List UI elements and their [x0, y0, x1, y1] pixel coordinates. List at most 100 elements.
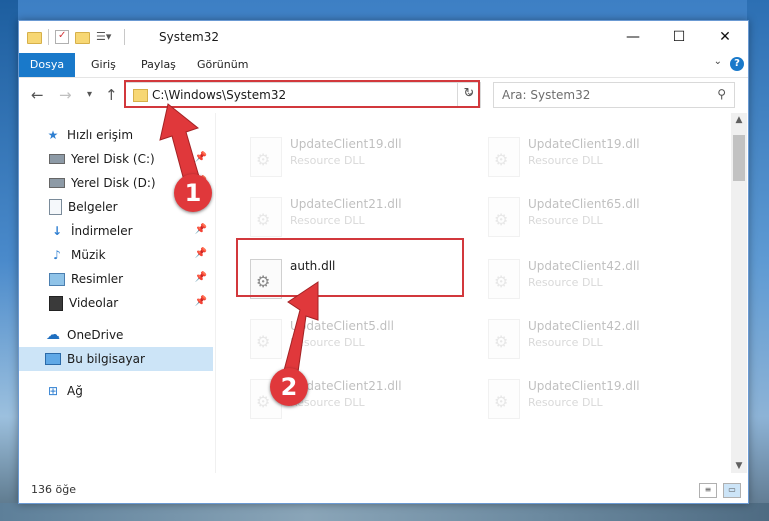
sidebar-item-label: Müzik	[71, 248, 106, 262]
video-icon	[49, 295, 63, 311]
star-icon: ★	[47, 128, 59, 142]
dll-file-icon: ⚙	[250, 137, 282, 177]
file-item[interactable]: ⚙ UpdateClient19.dll Resource DLL	[240, 133, 468, 189]
file-name: UpdateClient42.dll	[528, 259, 640, 273]
file-name: UpdateClient65.dll	[528, 197, 640, 211]
customize-toolbar-icon[interactable]: ☰▾	[96, 30, 111, 44]
search-placeholder: Ara: System32	[502, 88, 591, 102]
tab-share[interactable]: Paylaş	[141, 53, 176, 77]
file-item[interactable]: ⚙ UpdateClient19.dll Resource DLL	[478, 375, 706, 431]
sidebar-item-local-disk-c[interactable]: Yerel Disk (C:) 📌	[19, 147, 213, 171]
auth-dll-highlight	[236, 238, 464, 297]
dll-file-icon: ⚙	[250, 197, 282, 237]
cloud-icon: ☁	[46, 327, 60, 343]
tab-file[interactable]: Dosya	[19, 53, 75, 77]
network-icon: ⊞	[47, 384, 59, 398]
forward-arrow-icon[interactable]: →	[59, 86, 72, 104]
dll-file-icon: ⚙	[488, 137, 520, 177]
sidebar-item-pictures[interactable]: Resimler 📌	[19, 267, 213, 291]
toolbar-divider	[48, 29, 49, 45]
callout-step-2: 2	[270, 368, 308, 406]
computer-icon	[45, 353, 61, 365]
desktop-background-left	[0, 0, 18, 521]
drive-icon	[49, 154, 65, 164]
scroll-down-icon[interactable]: ▼	[731, 461, 747, 471]
file-type: Resource DLL	[528, 276, 603, 289]
up-arrow-icon[interactable]: ↑	[105, 86, 118, 104]
folder-icon	[27, 32, 42, 44]
pictures-icon	[49, 272, 65, 286]
title-bar: ✓ ☰▾ System32 — ☐ ✕	[19, 21, 748, 53]
file-name: UpdateClient21.dll	[290, 197, 402, 211]
sidebar-item-videos[interactable]: Videolar 📌	[19, 291, 213, 315]
file-type: Resource DLL	[528, 396, 603, 409]
address-bar-highlight	[124, 80, 480, 108]
sidebar-item-downloads[interactable]: ↓ İndirmeler 📌	[19, 219, 213, 243]
tab-view[interactable]: Görünüm	[197, 53, 248, 77]
sidebar-item-label: Yerel Disk (C:)	[71, 152, 155, 166]
sidebar-item-label: Resimler	[71, 272, 124, 286]
file-type: Resource DLL	[528, 154, 603, 167]
pin-icon: 📌	[194, 224, 207, 235]
file-type: Resource DLL	[290, 336, 365, 349]
large-icons-view-icon[interactable]: ▭	[723, 483, 741, 498]
desktop-background-bottom	[0, 503, 769, 521]
document-icon	[49, 199, 62, 215]
maximize-button[interactable]: ☐	[656, 21, 702, 53]
search-icon: ⚲	[717, 87, 726, 101]
file-name: UpdateClient19.dll	[528, 379, 640, 393]
dll-file-icon: ⚙	[488, 259, 520, 299]
search-input[interactable]: Ara: System32 ⚲	[493, 82, 735, 108]
help-button[interactable]: ?	[730, 57, 744, 71]
file-type: Resource DLL	[290, 154, 365, 167]
item-count: 136 öğe	[31, 483, 76, 496]
new-folder-icon[interactable]	[75, 32, 90, 44]
file-item[interactable]: ⚙ UpdateClient5.dll Resource DLL	[240, 315, 468, 371]
details-view-icon[interactable]: ≡	[699, 483, 717, 498]
window-title: System32	[159, 30, 220, 44]
file-name: UpdateClient19.dll	[528, 137, 640, 151]
sidebar-item-music[interactable]: ♪ Müzik 📌	[19, 243, 213, 267]
pin-icon: 📌	[194, 152, 207, 163]
vertical-scrollbar[interactable]: ▲ ▼	[731, 113, 747, 473]
pin-icon: 📌	[194, 248, 207, 259]
sidebar-item-quick-access[interactable]: ★ Hızlı erişim	[19, 123, 213, 147]
sidebar-item-this-pc[interactable]: Bu bilgisayar	[19, 347, 213, 371]
scrollbar-thumb[interactable]	[733, 135, 745, 181]
back-arrow-icon[interactable]: ←	[31, 86, 44, 104]
close-button[interactable]: ✕	[702, 21, 748, 53]
sidebar-item-onedrive[interactable]: ☁ OneDrive	[19, 323, 213, 347]
file-name: UpdateClient5.dll	[290, 319, 394, 333]
sidebar-item-label: Yerel Disk (D:)	[71, 176, 156, 190]
file-type: Resource DLL	[290, 214, 365, 227]
sidebar-item-label: Videolar	[69, 296, 119, 310]
status-bar: 136 öğe ≡ ▭	[19, 477, 748, 503]
callout-step-1: 1	[174, 174, 212, 212]
dll-file-icon: ⚙	[488, 197, 520, 237]
sidebar-item-label: Ağ	[67, 384, 83, 398]
file-name: UpdateClient42.dll	[528, 319, 640, 333]
ribbon-tabs: Dosya Giriş Paylaş Görünüm ⌄ ?	[19, 53, 748, 78]
recent-locations-icon[interactable]: ▾	[87, 89, 92, 100]
tab-home[interactable]: Giriş	[91, 53, 116, 77]
file-name: UpdateClient19.dll	[290, 137, 402, 151]
file-type: Resource DLL	[528, 214, 603, 227]
sidebar-item-network[interactable]: ⊞ Ağ	[19, 379, 213, 403]
file-item[interactable]: ⚙ UpdateClient42.dll Resource DLL	[478, 315, 706, 371]
dll-file-icon: ⚙	[488, 379, 520, 419]
quick-access-toolbar: ✓ ☰▾	[27, 29, 125, 45]
expand-ribbon-icon[interactable]: ⌄	[714, 56, 722, 67]
scroll-up-icon[interactable]: ▲	[731, 115, 747, 125]
music-icon: ♪	[53, 248, 61, 262]
file-type: Resource DLL	[528, 336, 603, 349]
file-item[interactable]: ⚙ UpdateClient42.dll Resource DLL	[478, 255, 706, 311]
toolbar-divider	[124, 29, 125, 45]
sidebar-item-label: Belgeler	[68, 200, 118, 214]
pin-icon: 📌	[194, 272, 207, 283]
minimize-button[interactable]: —	[610, 21, 656, 53]
drive-icon	[49, 178, 65, 188]
file-item[interactable]: ⚙ UpdateClient65.dll Resource DLL	[478, 193, 706, 249]
file-item[interactable]: ⚙ UpdateClient19.dll Resource DLL	[478, 133, 706, 189]
sidebar-item-label: Bu bilgisayar	[67, 352, 145, 366]
properties-icon[interactable]: ✓	[55, 30, 69, 44]
